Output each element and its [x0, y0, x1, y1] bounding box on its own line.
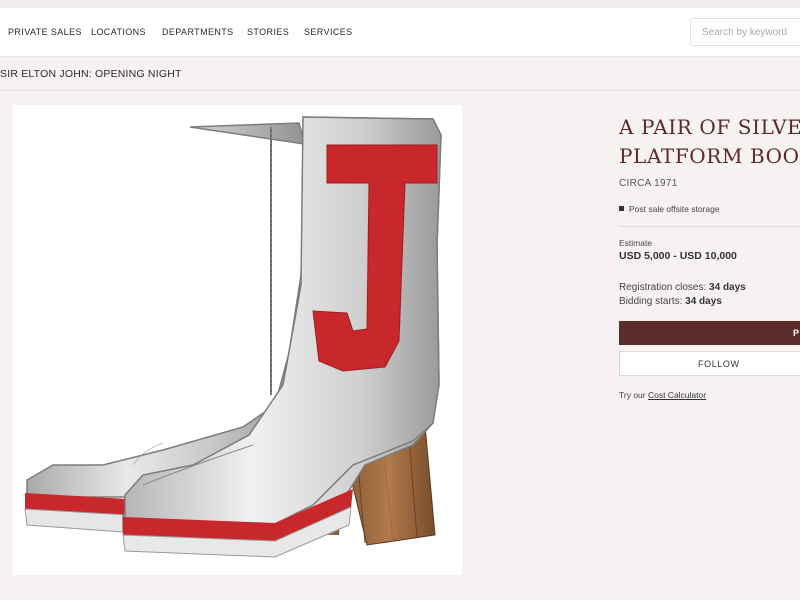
cost-calculator-link[interactable]: Cost Calculator	[648, 390, 706, 400]
registration-closes: Registration closes: 34 days	[619, 282, 746, 293]
follow-button[interactable]: FOLLOW	[619, 351, 800, 376]
nav-departments[interactable]: DEPARTMENTS	[162, 27, 234, 37]
bidding-value: 34 days	[685, 296, 722, 307]
calc-prefix: Try our	[619, 390, 648, 400]
primary-action-button[interactable]: P	[619, 321, 800, 345]
bidding-starts: Bidding starts: 34 days	[619, 296, 722, 307]
lot-details-panel: A PAIR OF SILVE PLATFORM BOO CIRCA 1971 …	[619, 0, 800, 600]
storage-note: Post sale offsite storage	[619, 204, 720, 214]
breadcrumb[interactable]: SIR ELTON JOHN: OPENING NIGHT	[0, 68, 182, 80]
registration-label: Registration closes:	[619, 282, 710, 293]
estimate-label: Estimate	[619, 238, 653, 248]
square-bullet-icon	[619, 206, 624, 211]
divider	[619, 226, 800, 227]
cost-calculator-line: Try our Cost Calculator	[619, 390, 706, 400]
boots-illustration	[24, 116, 442, 558]
nav-private-sales[interactable]: PRIVATE SALES	[8, 27, 82, 37]
storage-note-text: Post sale offsite storage	[629, 204, 720, 214]
lot-image[interactable]	[13, 105, 462, 575]
lot-title: A PAIR OF SILVE PLATFORM BOO	[619, 113, 800, 171]
nav-locations[interactable]: LOCATIONS	[91, 27, 146, 37]
nav-stories[interactable]: STORIES	[247, 27, 289, 37]
lot-title-line-1: A PAIR OF SILVE	[619, 115, 800, 139]
bidding-label: Bidding starts:	[619, 296, 686, 307]
nav-services[interactable]: SERVICES	[304, 27, 353, 37]
lot-circa: CIRCA 1971	[619, 178, 678, 189]
lot-title-line-2: PLATFORM BOO	[619, 144, 800, 168]
registration-value: 34 days	[709, 282, 746, 293]
estimate-value: USD 5,000 - USD 10,000	[619, 250, 737, 262]
